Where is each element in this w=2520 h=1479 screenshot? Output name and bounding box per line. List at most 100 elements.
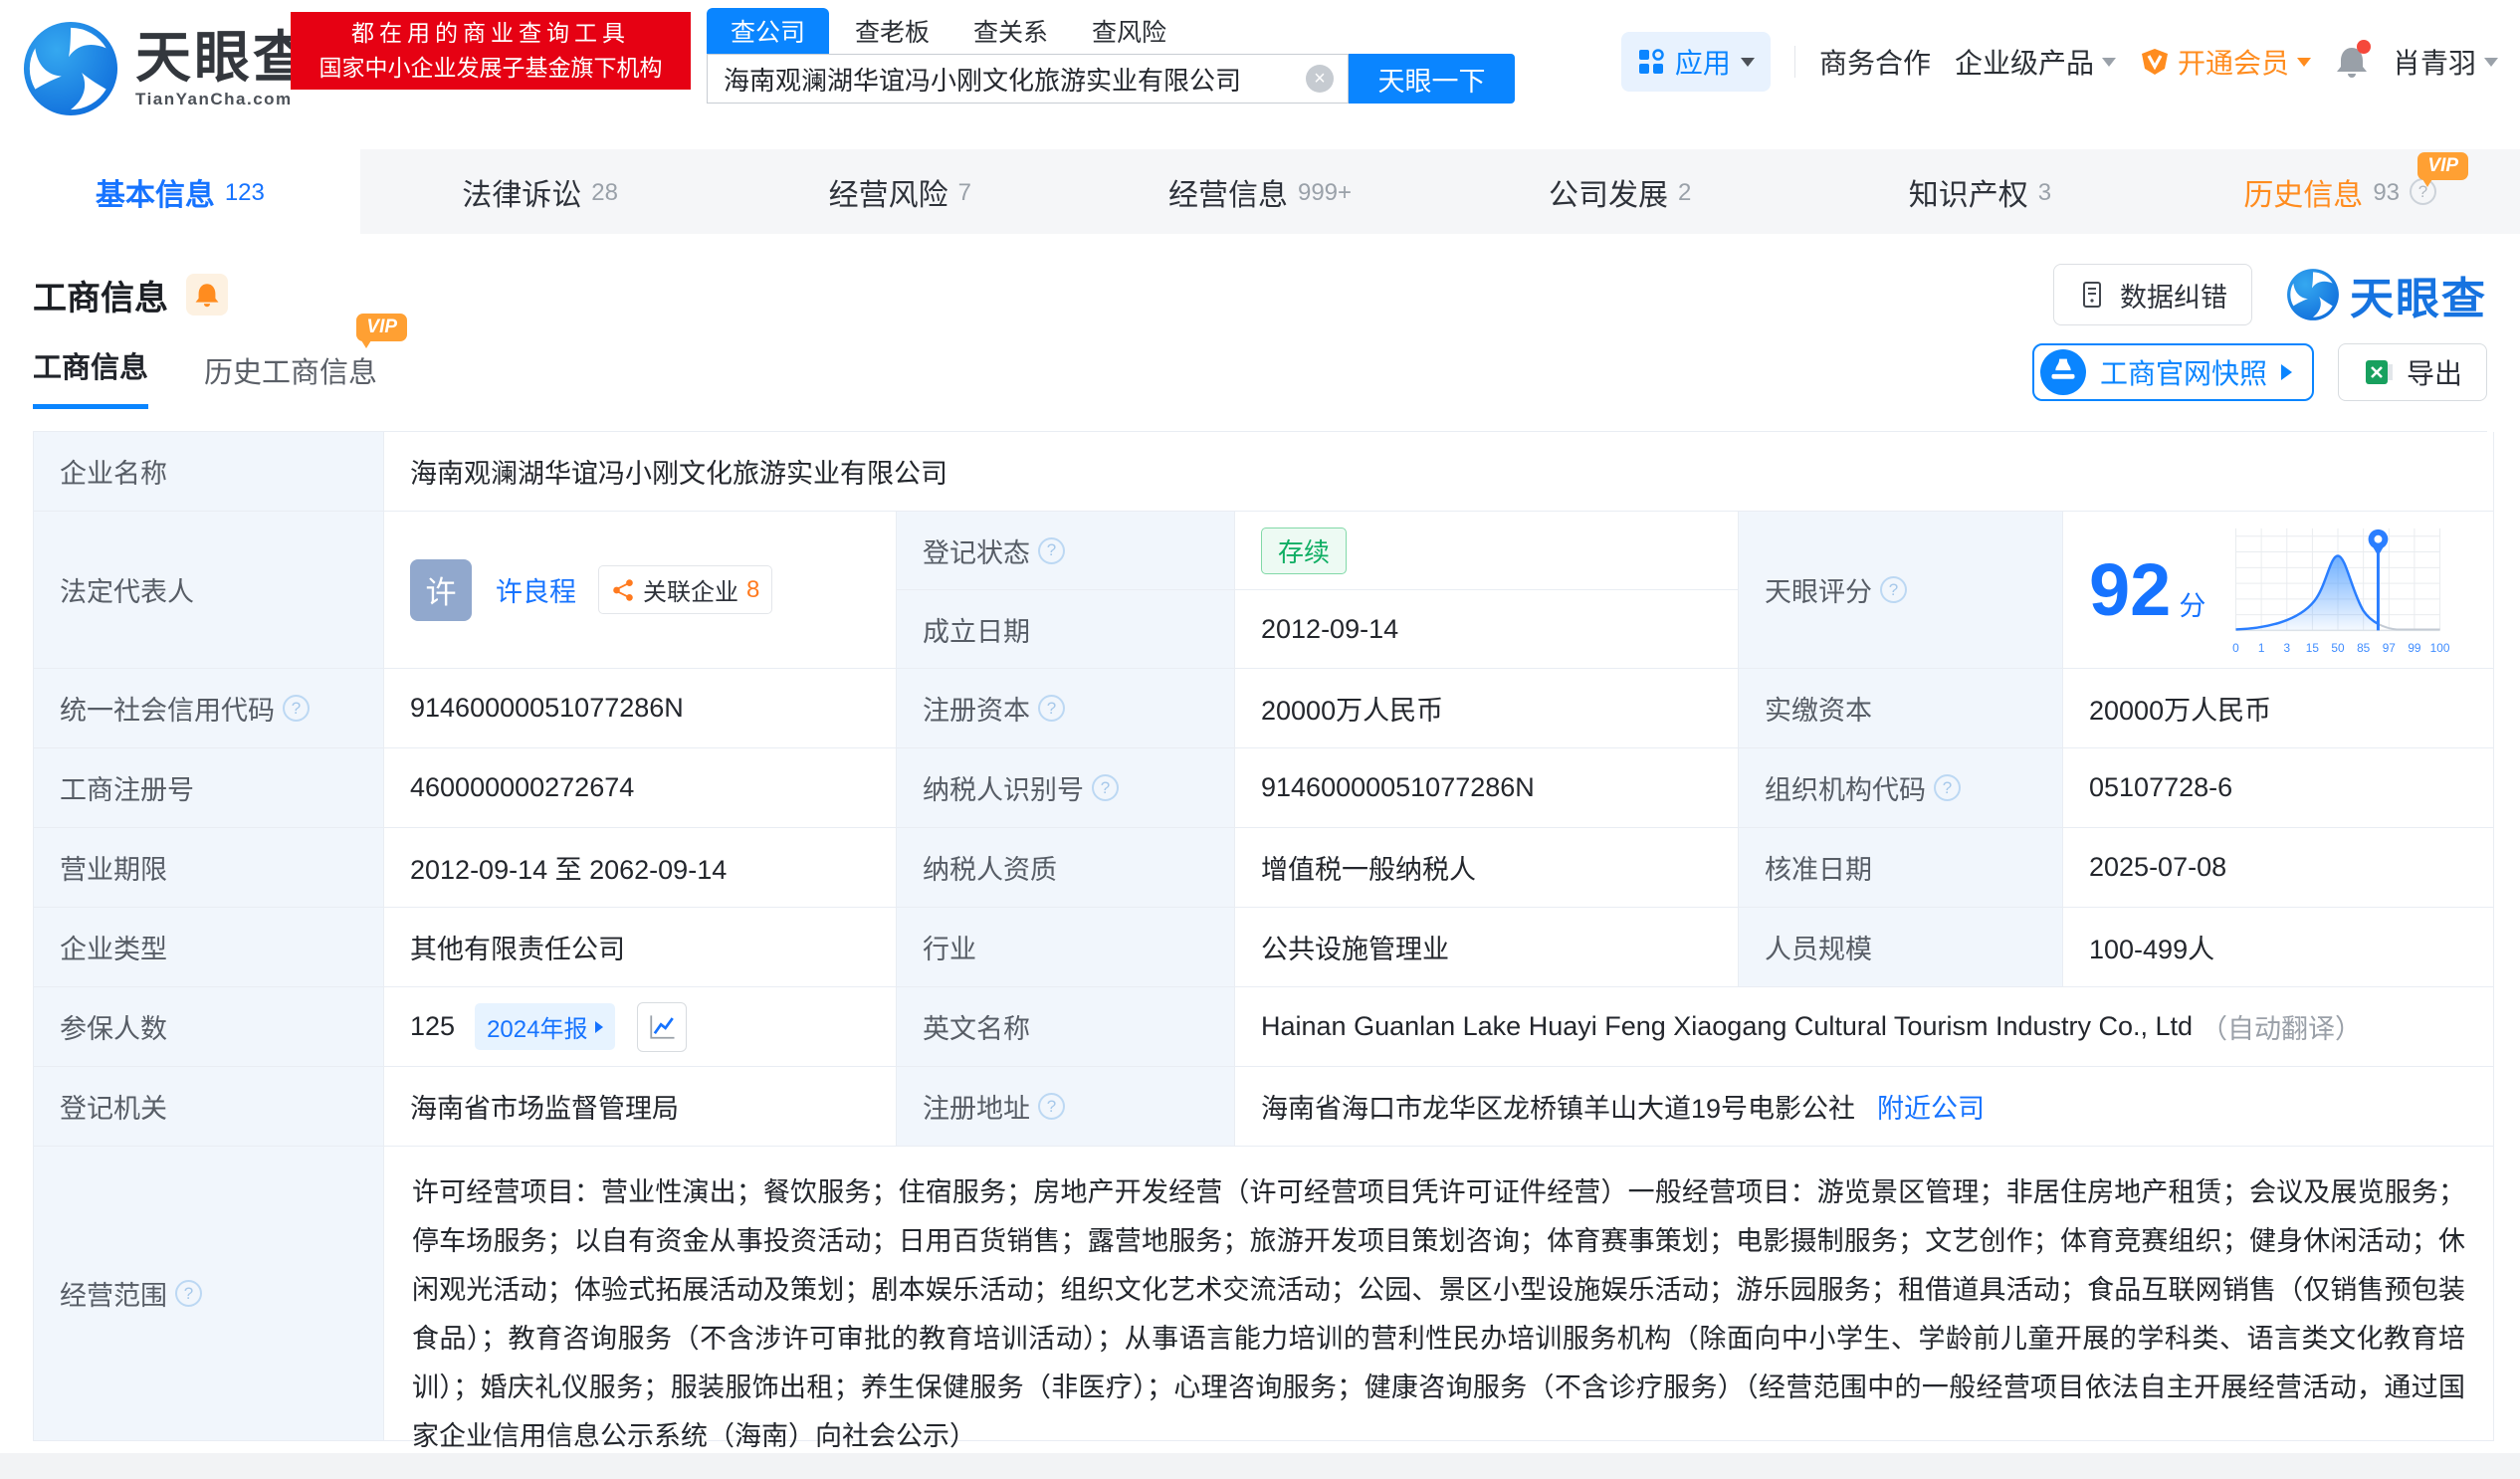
field-label-address: 注册地址 ? — [897, 1067, 1235, 1147]
promo-line2: 国家中小企业发展子基金旗下机构 — [318, 55, 663, 81]
tab-legal-cases[interactable]: 法律诉讼 28 — [360, 149, 721, 234]
tab-label: 基本信息 — [95, 178, 215, 212]
nav-cooperation-link[interactable]: 商务合作 — [1819, 42, 1931, 82]
nav-vip-label: 开通会员 — [2177, 48, 2289, 79]
insured-trend-button[interactable] — [637, 1001, 688, 1052]
est-date: 2012-09-14 — [1261, 613, 1399, 644]
vip-badge: VIP — [356, 314, 408, 348]
field-label-reg-number: 工商注册号 — [34, 748, 384, 828]
subtab-history-business-info[interactable]: VIP 历史工商信息 — [204, 314, 408, 409]
label-text: 注册资本 — [923, 696, 1030, 726]
svg-text:50: 50 — [2332, 641, 2346, 655]
label-text: 登记状态 — [923, 537, 1030, 568]
field-value-paid-capital: 20000万人民币 — [2063, 669, 2494, 748]
subtab-business-info[interactable]: 工商信息 — [33, 344, 149, 409]
nav-vip-link[interactable]: 开通会员 — [2140, 42, 2311, 82]
nav-apps-button[interactable]: 应用 — [1620, 32, 1771, 92]
company-type: 其他有限责任公司 — [410, 935, 625, 964]
tab-label: 经营风险 — [828, 178, 948, 212]
company-section-tabs: 基本信息 123 法律诉讼 28 经营风险 7 经营信息 999+ 公司发展 2… — [0, 149, 2520, 234]
help-icon[interactable]: ? — [1880, 576, 1907, 603]
help-icon[interactable]: ? — [1038, 1093, 1065, 1120]
search-tab-risk[interactable]: 查风险 — [1074, 8, 1184, 54]
svg-text:3: 3 — [2284, 641, 2291, 655]
avatar[interactable]: 许 — [410, 558, 472, 621]
arrow-right-icon — [2280, 364, 2292, 380]
tab-operational-risk[interactable]: 经营风险 7 — [720, 149, 1080, 234]
brand-domain: TianYanCha.com — [135, 90, 293, 108]
field-value-reg-authority: 海南省市场监督管理局 — [384, 1067, 897, 1147]
site-logo[interactable]: 天眼查 TianYanCha.com — [22, 20, 312, 117]
field-label-taxpayer-quality: 纳税人资质 — [897, 828, 1235, 908]
tab-label: 经营信息 — [1167, 178, 1288, 212]
chevron-down-icon — [1740, 57, 1755, 67]
search-input[interactable] — [708, 55, 1348, 103]
notification-dot — [2356, 40, 2371, 54]
auto-translate-note: （自动翻译） — [2201, 1014, 2363, 1044]
nav-enterprise-link[interactable]: 企业级产品 — [1955, 42, 2116, 82]
top-navigation: 应用 商务合作 企业级产品 开通会员 肖青羽 — [1620, 32, 2498, 92]
network-icon — [613, 578, 633, 601]
subscribe-bell-button[interactable] — [186, 274, 228, 316]
field-value-business-term: 2012-09-14 至 2062-09-14 — [384, 828, 897, 908]
field-value-credit-code: 91460000051077286N — [384, 669, 897, 748]
help-icon[interactable]: ? — [175, 1280, 202, 1307]
search-button[interactable]: 天眼一下 — [1349, 54, 1515, 104]
tab-history-info[interactable]: VIP 历史信息 93 ? — [2160, 149, 2520, 234]
promo-banner: 都在用的商业查询工具 国家中小企业发展子基金旗下机构 — [291, 12, 691, 90]
svg-text:0: 0 — [2233, 641, 2240, 655]
svg-text:1: 1 — [2258, 641, 2265, 655]
legal-rep-link[interactable]: 许良程 — [496, 570, 576, 609]
field-value-english-name: Hainan Guanlan Lake Huayi Feng Xiaogang … — [1235, 987, 2494, 1067]
official-snapshot-button[interactable]: 工商官网快照 — [2031, 343, 2314, 401]
help-icon[interactable]: ? — [1038, 695, 1065, 722]
industry: 公共设施管理业 — [1261, 935, 1449, 964]
field-value-score: 92 分 0 1 3 15 50 85 97 99 100 — [2063, 512, 2494, 669]
stamp-icon — [2039, 349, 2086, 395]
field-value-company-name: 海南观澜湖华谊冯小刚文化旅游实业有限公司 — [384, 432, 2494, 512]
related-companies-badge[interactable]: 关联企业 8 — [598, 565, 773, 614]
field-value-taxpayer-quality: 增值税一般纳税人 — [1235, 828, 1739, 908]
search-tab-relation[interactable]: 查关系 — [955, 8, 1066, 54]
tab-business-info[interactable]: 经营信息 999+ — [1080, 149, 1440, 234]
business-term: 2012-09-14 至 2062-09-14 — [410, 855, 728, 885]
svg-text:15: 15 — [2306, 641, 2320, 655]
label-text: 参保人数 — [60, 1014, 167, 1044]
label-text: 实缴资本 — [1765, 696, 1872, 726]
help-icon[interactable]: ? — [1934, 774, 1961, 801]
notification-bell[interactable] — [2335, 40, 2371, 80]
annual-report-badge[interactable]: 2024年报 — [475, 1003, 616, 1050]
field-label-business-scope: 经营范围 ? — [34, 1147, 384, 1441]
crown-icon — [2141, 49, 2168, 75]
help-icon[interactable]: ? — [1092, 774, 1119, 801]
export-button[interactable]: 导出 — [2337, 343, 2487, 401]
top-header: 天眼查 TianYanCha.com 都在用的商业查询工具 国家中小企业发展子基… — [0, 0, 2520, 149]
search-tab-boss[interactable]: 查老板 — [837, 8, 947, 54]
search-tab-company[interactable]: 查公司 — [707, 8, 830, 54]
tab-count: 2 — [1678, 178, 1692, 206]
label-text: 人员规模 — [1765, 935, 1872, 964]
field-value-legal-rep: 许 许良程 关联企业 8 — [384, 512, 897, 669]
field-value-reg-number: 460000000272674 — [384, 748, 897, 828]
data-correction-button[interactable]: 数据纠错 — [2053, 264, 2252, 325]
tab-intellectual-property[interactable]: 知识产权 3 — [1800, 149, 2161, 234]
nav-user-menu[interactable]: 肖青羽 — [2393, 42, 2498, 82]
help-icon[interactable]: ? — [283, 695, 310, 722]
nearby-companies-link[interactable]: 附近公司 — [1877, 1087, 1985, 1126]
field-label-est-date: 成立日期 — [897, 590, 1235, 669]
label-text: 英文名称 — [923, 1014, 1030, 1044]
clear-search-icon[interactable]: × — [1306, 65, 1334, 93]
tab-company-development[interactable]: 公司发展 2 — [1440, 149, 1800, 234]
label-text: 纳税人资质 — [923, 855, 1057, 885]
help-icon[interactable]: ? — [1038, 536, 1065, 564]
field-label-company-type: 企业类型 — [34, 908, 384, 987]
field-label-paid-capital: 实缴资本 — [1739, 669, 2063, 748]
staff-size: 100-499人 — [2089, 935, 2215, 964]
search-input-wrap: × — [707, 54, 1349, 104]
svg-text:85: 85 — [2357, 641, 2371, 655]
score-unit: 分 — [2179, 591, 2206, 621]
tab-basic-info[interactable]: 基本信息 123 — [0, 149, 360, 234]
field-label-business-term: 营业期限 — [34, 828, 384, 908]
taxpayer-quality: 增值税一般纳税人 — [1261, 855, 1476, 885]
tianyancha-logo-icon — [2287, 269, 2339, 320]
